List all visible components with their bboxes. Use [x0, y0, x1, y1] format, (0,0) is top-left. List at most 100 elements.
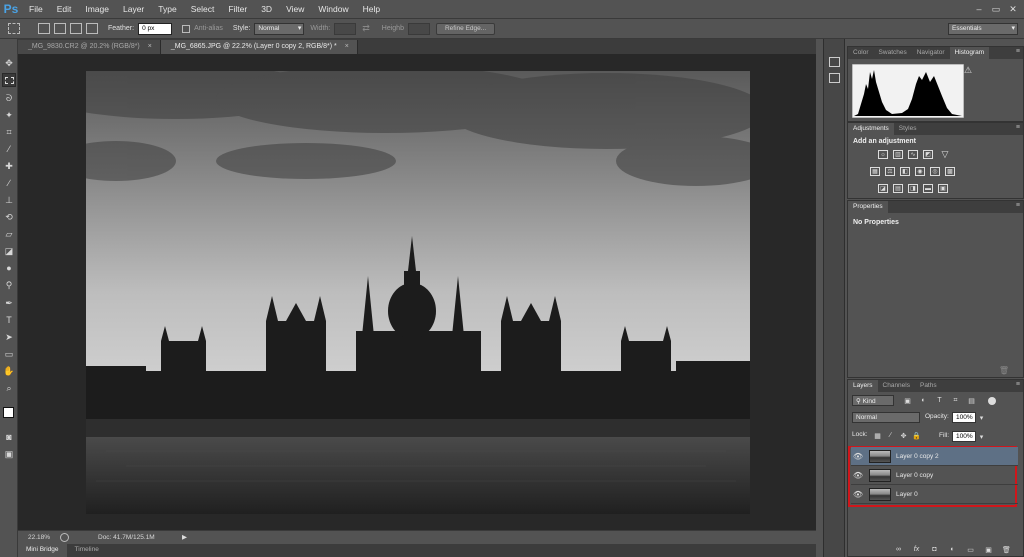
layer-filter-kind-select[interactable]: ⚲ Kind — [852, 395, 894, 406]
pen-tool-icon[interactable]: ✒ — [3, 297, 15, 309]
tab-color[interactable]: Color — [848, 47, 874, 59]
menu-view[interactable]: View — [279, 0, 311, 18]
minimize-button[interactable]: – — [972, 3, 986, 15]
add-selection-icon[interactable] — [54, 23, 66, 34]
filter-adjustment-icon[interactable]: ◐ — [919, 396, 928, 405]
height-input[interactable] — [407, 22, 430, 35]
tab-styles[interactable]: Styles — [894, 123, 922, 135]
layer-name[interactable]: Layer 0 copy — [896, 472, 933, 479]
close-tab-icon[interactable]: × — [345, 43, 349, 50]
photo-filter-icon[interactable]: ◉ — [915, 167, 925, 176]
tab-adjustments[interactable]: Adjustments — [848, 123, 894, 135]
opacity-dropdown-icon[interactable]: ▾ — [977, 413, 986, 422]
color-balance-icon[interactable]: ⚖ — [885, 167, 895, 176]
tab-layers[interactable]: Layers — [848, 380, 878, 392]
layer-row[interactable]: 👁 Layer 0 — [851, 485, 1018, 504]
zoom-tool-icon[interactable]: ⌕ — [3, 382, 15, 394]
channel-mixer-icon[interactable]: ◎ — [930, 167, 940, 176]
character-panel-icon[interactable] — [829, 73, 840, 83]
menu-3d[interactable]: 3D — [254, 0, 279, 18]
levels-icon[interactable]: ▥ — [893, 150, 903, 159]
foreground-color-swatch[interactable] — [3, 407, 14, 418]
visibility-eye-icon[interactable]: 👁 — [851, 490, 865, 499]
tab-mg-9830[interactable]: _MG_9830.CR2 @ 20.2% (RGB/8*) × — [18, 40, 161, 54]
menu-filter[interactable]: Filter — [221, 0, 254, 18]
zoom-level[interactable]: 22.18% — [28, 534, 50, 541]
status-icon[interactable] — [60, 533, 69, 542]
visibility-eye-icon[interactable]: 👁 — [851, 452, 865, 461]
lasso-tool-icon[interactable]: ᘐ — [3, 92, 15, 104]
rectangle-tool-icon[interactable]: ▭ — [3, 348, 15, 360]
lock-image-icon[interactable]: ∕ — [886, 431, 895, 440]
document-image[interactable] — [86, 71, 750, 514]
workspace-select[interactable]: Essentials — [948, 22, 1018, 35]
opacity-input[interactable]: 100% — [952, 412, 976, 423]
tab-navigator[interactable]: Navigator — [912, 47, 950, 59]
hue-saturation-icon[interactable]: ▦ — [870, 167, 880, 176]
lock-position-icon[interactable]: ✥ — [899, 431, 908, 440]
new-selection-icon[interactable] — [38, 23, 50, 34]
history-panel-icon[interactable] — [829, 57, 840, 67]
swap-icon[interactable]: ⇄ — [362, 23, 370, 34]
posterize-icon[interactable]: ▤ — [893, 184, 903, 193]
filter-toggle-icon[interactable] — [988, 397, 996, 405]
layer-name[interactable]: Layer 0 copy 2 — [896, 453, 939, 460]
layer-row[interactable]: 👁 Layer 0 copy — [851, 466, 1018, 485]
style-select[interactable]: Normal — [254, 22, 305, 35]
tab-paths[interactable]: Paths — [915, 380, 942, 392]
tab-mg-6865[interactable]: _MG_6865.JPG @ 22.2% (Layer 0 copy 2, RG… — [160, 40, 358, 54]
panel-menu-icon[interactable]: ≡ — [1016, 124, 1020, 131]
rectangular-marquee-icon[interactable] — [2, 73, 16, 87]
tab-swatches[interactable]: Swatches — [874, 47, 912, 59]
close-tab-icon[interactable]: × — [148, 43, 152, 50]
refine-edge-button[interactable]: Refine Edge... — [435, 22, 496, 35]
quick-mask-icon[interactable]: ◙ — [3, 431, 15, 443]
invert-icon[interactable]: ◪ — [878, 184, 888, 193]
menu-layer[interactable]: Layer — [116, 0, 151, 18]
menu-window[interactable]: Window — [311, 0, 355, 18]
intersect-selection-icon[interactable] — [86, 23, 98, 34]
panel-menu-icon[interactable]: ≡ — [1016, 48, 1020, 55]
link-layers-icon[interactable]: ∞ — [894, 545, 903, 554]
healing-brush-icon[interactable]: ✚ — [3, 160, 15, 172]
gradient-map-icon[interactable]: ▬ — [923, 184, 933, 193]
lock-all-icon[interactable]: 🔒 — [912, 431, 921, 440]
restore-button[interactable]: ▭ — [989, 3, 1003, 15]
filter-pixel-icon[interactable]: ▣ — [903, 396, 912, 405]
eyedropper-icon[interactable]: ⁄ — [3, 143, 15, 155]
blend-mode-select[interactable]: Normal — [852, 412, 920, 423]
menu-file[interactable]: File — [22, 0, 50, 18]
path-select-icon[interactable]: ➤ — [3, 331, 15, 343]
exposure-icon[interactable]: ◩ — [923, 150, 933, 159]
eraser-tool-icon[interactable]: ▱ — [3, 228, 15, 240]
tab-mini-bridge[interactable]: Mini Bridge — [18, 544, 67, 557]
filter-shape-icon[interactable]: ⌗ — [951, 396, 960, 405]
antialias-checkbox[interactable] — [182, 24, 191, 33]
blur-tool-icon[interactable]: ● — [3, 262, 15, 274]
curves-icon[interactable]: ∿ — [908, 150, 918, 159]
panel-menu-icon[interactable]: ≡ — [1016, 381, 1020, 388]
paint-bucket-icon[interactable]: ◪ — [3, 245, 15, 257]
tab-channels[interactable]: Channels — [878, 380, 915, 392]
history-brush-icon[interactable]: ⟲ — [3, 211, 15, 223]
quick-select-icon[interactable]: ✦ — [3, 109, 15, 121]
new-layer-icon[interactable]: ▣ — [984, 545, 993, 554]
filter-smart-object-icon[interactable]: ▤ — [967, 396, 976, 405]
add-mask-icon[interactable]: ◘ — [930, 545, 939, 554]
visibility-eye-icon[interactable]: 👁 — [851, 471, 865, 480]
black-white-icon[interactable]: ◧ — [900, 167, 910, 176]
delete-layer-icon[interactable]: 🗑 — [1002, 545, 1011, 554]
tab-timeline[interactable]: Timeline — [67, 544, 107, 557]
move-tool-icon[interactable]: ✥ — [3, 57, 15, 69]
dodge-tool-icon[interactable]: ⚲ — [3, 279, 15, 291]
layer-name[interactable]: Layer 0 — [896, 491, 918, 498]
threshold-icon[interactable]: ◨ — [908, 184, 918, 193]
lock-transparent-icon[interactable]: ▦ — [873, 431, 882, 440]
new-adjustment-layer-icon[interactable]: ◐ — [948, 545, 957, 554]
filter-type-icon[interactable]: T — [935, 396, 944, 405]
brightness-contrast-icon[interactable]: ☼ — [878, 150, 888, 159]
tab-histogram[interactable]: Histogram — [949, 47, 990, 59]
menu-help[interactable]: Help — [356, 0, 387, 18]
hand-tool-icon[interactable]: ✋ — [3, 365, 15, 377]
subtract-selection-icon[interactable] — [70, 23, 82, 34]
